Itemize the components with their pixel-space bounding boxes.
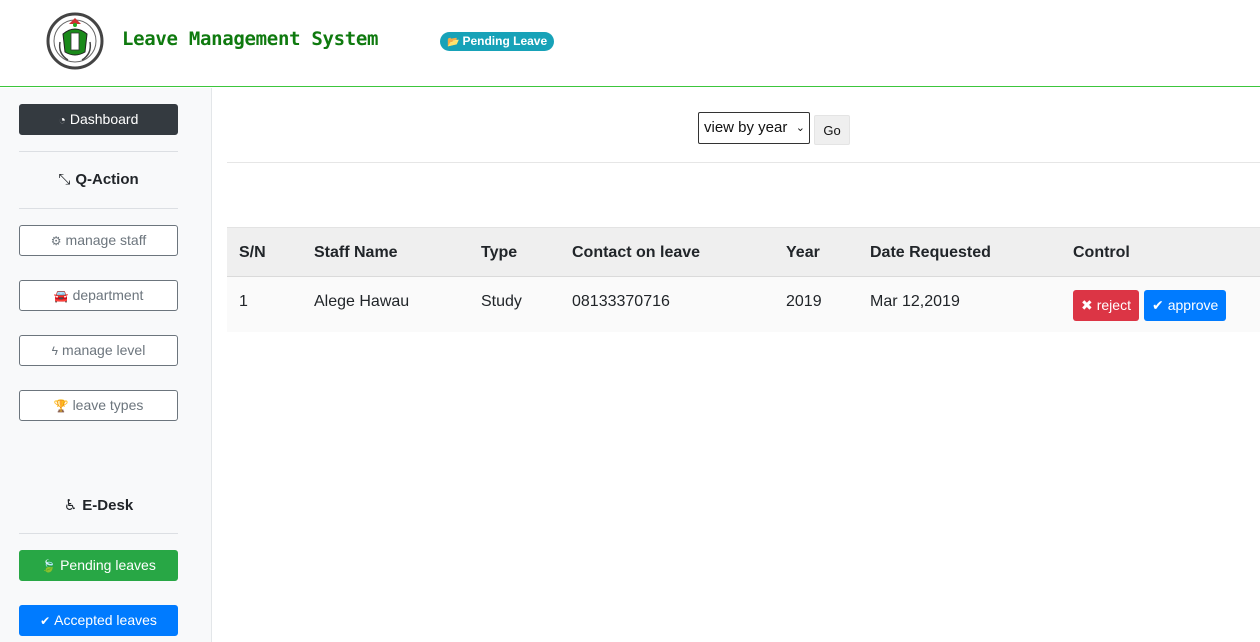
reject-button[interactable]: ✖ reject <box>1073 290 1139 321</box>
pending-leaves-label: Pending leaves <box>60 557 156 573</box>
qaction-heading: ⤡ Q-Action <box>19 171 178 188</box>
header-sn: S/N <box>239 244 266 261</box>
top-header: Leave Management System 📂 Pending Leave <box>0 0 1260 87</box>
cell-contact: 08133370716 <box>572 293 670 310</box>
header-control: Control <box>1073 244 1130 261</box>
year-filter-value: view by year <box>704 119 788 136</box>
approve-button[interactable]: ✔ approve <box>1144 290 1227 321</box>
approve-label: approve <box>1167 297 1219 313</box>
cell-type: Study <box>481 293 522 310</box>
edesk-title: E-Desk <box>82 497 134 514</box>
manage-staff-button[interactable]: ⚙ manage staff <box>19 225 178 256</box>
compress-arrows-icon: ⤡ <box>58 171 71 188</box>
table-row: 1 Alege Hawau Study 08133370716 2019 Mar… <box>227 277 1260 332</box>
car-icon: 🚘 <box>53 289 69 303</box>
manage-level-button[interactable]: ϟ manage level <box>19 335 178 366</box>
divider <box>19 151 178 152</box>
bolt-icon: ϟ <box>51 344 59 358</box>
accepted-leaves-button[interactable]: ✔ Accepted leaves <box>19 605 178 636</box>
edesk-heading: ♿ E-Desk <box>19 496 178 514</box>
header-date-requested: Date Requested <box>870 244 991 261</box>
accepted-leaves-label: Accepted leaves <box>54 612 157 628</box>
year-filter-select[interactable]: view by year ⌄ <box>698 112 810 144</box>
leaf-icon: 🍃 <box>41 559 57 573</box>
header-contact: Contact on leave <box>572 244 701 261</box>
divider <box>227 162 1260 163</box>
manage-level-label: manage level <box>62 342 146 358</box>
cell-sn: 1 <box>239 293 248 310</box>
cell-staff-name: Alege Hawau <box>314 293 410 310</box>
dashboard-gauge-icon: ◔ <box>58 113 66 127</box>
pending-leaves-button[interactable]: 🍃 Pending leaves <box>19 550 178 581</box>
badge-label: Pending Leave <box>462 34 548 48</box>
dashboard-button[interactable]: ◔ Dashboard <box>19 104 178 135</box>
pending-leave-table: S/N Staff Name Type Contact on leave Yea… <box>227 227 1260 332</box>
divider <box>19 533 178 534</box>
leave-types-button[interactable]: 🏆 leave types <box>19 390 178 421</box>
cell-date-requested: Mar 12,2019 <box>870 293 960 310</box>
divider <box>19 208 178 209</box>
chevron-down-icon: ⌄ <box>795 122 805 134</box>
header-staff-name: Staff Name <box>314 244 398 261</box>
header-year: Year <box>786 244 820 261</box>
cell-year: 2019 <box>786 293 822 310</box>
gear-icon: ⚙ <box>50 234 62 248</box>
leave-types-label: leave types <box>72 397 144 413</box>
wheelchair-icon: ♿ <box>63 497 78 514</box>
reject-label: reject <box>1096 297 1131 313</box>
qaction-title: Q-Action <box>75 171 139 188</box>
sidebar: ◔ Dashboard ⤡ Q-Action ⚙ manage staff 🚘 depa… <box>0 88 212 642</box>
crest-logo-icon <box>46 12 104 70</box>
check-icon: ✔ <box>1152 297 1164 313</box>
go-button[interactable]: Go <box>814 115 850 145</box>
folder-open-icon: 📂 <box>447 37 460 48</box>
header-type: Type <box>481 244 518 261</box>
trophy-icon: 🏆 <box>53 399 69 413</box>
dashboard-label: Dashboard <box>69 111 139 127</box>
manage-staff-label: manage staff <box>65 232 147 248</box>
check-icon: ✔ <box>40 614 51 628</box>
close-icon: ✖ <box>1081 297 1093 313</box>
app-title: Leave Management System <box>122 28 379 50</box>
table-header: S/N Staff Name Type Contact on leave Yea… <box>227 227 1260 277</box>
department-label: department <box>72 287 144 303</box>
pending-leave-badge[interactable]: 📂 Pending Leave <box>440 32 555 51</box>
department-button[interactable]: 🚘 department <box>19 280 178 311</box>
